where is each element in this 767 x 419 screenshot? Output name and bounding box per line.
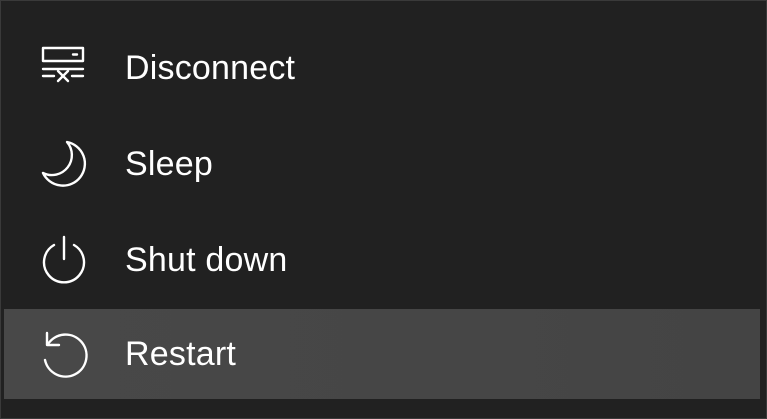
disconnect-icon [37, 41, 91, 95]
menu-item-label: Sleep [125, 144, 213, 183]
menu-item-label: Restart [125, 334, 236, 373]
menu-item-restart[interactable]: Restart [4, 309, 760, 399]
menu-item-disconnect[interactable]: Disconnect [4, 23, 760, 113]
restart-icon [37, 327, 91, 381]
menu-item-label: Disconnect [125, 48, 296, 87]
menu-item-shut-down[interactable]: Shut down [4, 215, 760, 305]
power-icon [37, 233, 91, 287]
power-menu: Disconnect Sleep Shut down Restart [0, 0, 767, 419]
menu-item-label: Shut down [125, 240, 288, 279]
moon-icon [37, 137, 91, 191]
menu-item-sleep[interactable]: Sleep [4, 119, 760, 209]
